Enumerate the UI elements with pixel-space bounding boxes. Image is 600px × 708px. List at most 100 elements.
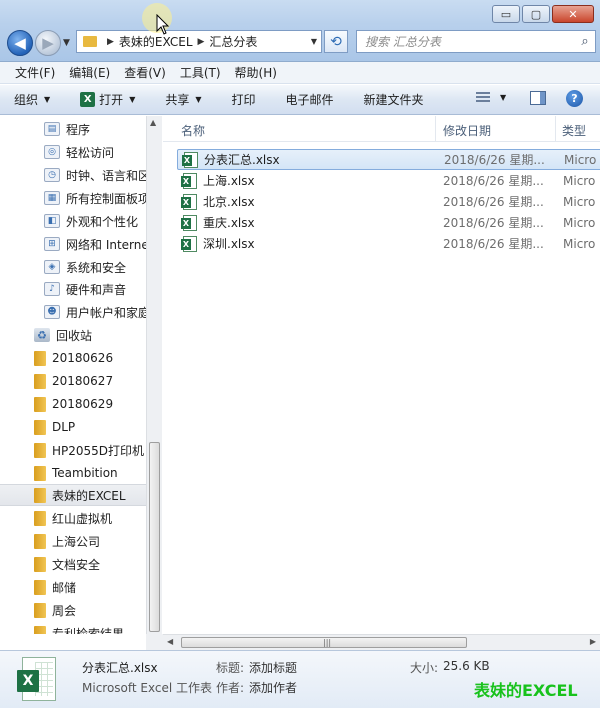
maximize-button[interactable]: ▢ bbox=[522, 5, 550, 23]
nav-folder-shanghai-company[interactable]: 上海公司 bbox=[0, 530, 146, 552]
nav-folder-youchu[interactable]: 邮储 bbox=[0, 576, 146, 598]
system-security-icon: ◈ bbox=[44, 260, 60, 274]
clock-language-icon: ◷ bbox=[44, 168, 60, 182]
nav-item-label: 20180629 bbox=[52, 397, 114, 411]
watermark-text: 表妹的EXCEL bbox=[474, 681, 578, 700]
help-icon[interactable]: ? bbox=[566, 90, 583, 107]
scrollbar-thumb[interactable] bbox=[149, 442, 160, 632]
menu-help[interactable]: 帮助(H) bbox=[228, 64, 284, 81]
nav-folder-20180627[interactable]: 20180627 bbox=[0, 370, 146, 392]
menu-view[interactable]: 查看(V) bbox=[117, 64, 173, 81]
file-type: Micro bbox=[563, 194, 596, 209]
column-header-name[interactable]: 名称 bbox=[181, 122, 205, 139]
nav-item-label: 网络和 Interne bbox=[66, 237, 146, 252]
email-button[interactable]: 电子邮件 bbox=[286, 91, 334, 108]
column-header-row: 名称 修改日期 类型 bbox=[163, 116, 600, 142]
print-button[interactable]: 打印 bbox=[232, 91, 256, 108]
nav-item-label: 文档安全 bbox=[52, 557, 101, 572]
email-label: 电子邮件 bbox=[285, 93, 334, 107]
address-dropdown-icon[interactable]: ▼ bbox=[311, 37, 317, 46]
nav-item-hardware-sound[interactable]: ♪ 硬件和声音 bbox=[0, 278, 146, 300]
breadcrumb-separator-icon[interactable]: ▶ bbox=[107, 37, 114, 47]
column-header-date[interactable]: 修改日期 bbox=[443, 122, 491, 139]
details-title-label: 标题: bbox=[216, 661, 245, 675]
column-divider[interactable] bbox=[555, 116, 556, 142]
nav-item-accessibility[interactable]: ◎ 轻松访问 bbox=[0, 141, 146, 163]
column-header-type[interactable]: 类型 bbox=[562, 122, 586, 139]
nav-folder-dlp[interactable]: DLP bbox=[0, 416, 146, 438]
nav-item-label: 所有控制面板项 bbox=[66, 191, 146, 206]
chevron-down-icon: ▼ bbox=[195, 95, 202, 104]
nav-item-all-control-panel[interactable]: ▦ 所有控制面板项 bbox=[0, 187, 146, 209]
navigation-pane: ▤ 程序 ◎ 轻松访问 ◷ 时钟、语言和区 ▦ 所有控制面板项 ◧ 外观和个性化 ⊞ 网络和… bbox=[0, 116, 146, 634]
recent-pages-dropdown-icon[interactable]: ▼ bbox=[63, 38, 70, 48]
menu-edit[interactable]: 编辑(E) bbox=[62, 64, 117, 81]
open-button[interactable]: X 打开 ▼ bbox=[80, 91, 135, 108]
nav-pane-scrollbar[interactable]: ▲ ▼ bbox=[146, 116, 162, 650]
scroll-up-icon[interactable]: ▲ bbox=[150, 118, 156, 127]
file-row[interactable]: 分表汇总.xlsx 2018/6/26 星期... Micro bbox=[177, 149, 600, 170]
search-input[interactable] bbox=[365, 34, 575, 49]
scroll-right-icon[interactable]: ▶ bbox=[590, 637, 596, 646]
column-divider[interactable] bbox=[435, 116, 436, 142]
forward-button[interactable]: ▶ bbox=[35, 30, 61, 56]
nav-item-label: 程序 bbox=[66, 122, 91, 137]
file-name: 重庆.xlsx bbox=[203, 216, 255, 230]
file-name: 上海.xlsx bbox=[203, 174, 255, 188]
nav-item-label: 轻松访问 bbox=[66, 145, 115, 160]
chevron-down-icon[interactable]: ▼ bbox=[129, 95, 135, 104]
nav-item-label: 周会 bbox=[52, 603, 77, 618]
nav-folder-hp2055d[interactable]: HP2055D打印机 bbox=[0, 439, 146, 461]
refresh-button[interactable]: ⟲ bbox=[324, 30, 348, 53]
nav-item-label: HP2055D打印机 bbox=[52, 443, 145, 458]
file-type: Micro bbox=[563, 236, 596, 251]
nav-folder-teambition[interactable]: Teambition bbox=[0, 462, 146, 484]
folder-icon bbox=[34, 625, 46, 634]
share-button[interactable]: 共享 ▼ bbox=[165, 91, 201, 108]
chevron-down-icon[interactable]: ▼ bbox=[500, 93, 506, 102]
preview-pane-icon[interactable] bbox=[530, 91, 546, 105]
file-list-horizontal-scrollbar[interactable]: ◀ ||| ▶ bbox=[163, 634, 600, 650]
file-row[interactable]: 上海.xlsx 2018/6/26 星期... Micro bbox=[177, 170, 600, 191]
nav-item-system-security[interactable]: ◈ 系统和安全 bbox=[0, 256, 146, 278]
nav-item-network[interactable]: ⊞ 网络和 Interne bbox=[0, 233, 146, 255]
excel-file-large-icon: X bbox=[17, 657, 56, 701]
nav-folder-patent-search[interactable]: 专利检索结果 bbox=[0, 622, 146, 634]
excel-icon: X bbox=[80, 92, 96, 107]
search-icon[interactable]: ⌕ bbox=[575, 34, 595, 49]
nav-folder-20180629[interactable]: 20180629 bbox=[0, 393, 146, 415]
minimize-button[interactable]: ▭ bbox=[492, 5, 520, 23]
new-folder-button[interactable]: 新建文件夹 bbox=[364, 91, 424, 108]
change-view-icon[interactable] bbox=[476, 92, 490, 104]
details-author-value[interactable]: 添加作者 bbox=[249, 679, 297, 696]
nav-folder-biaomei-excel[interactable]: 表妹的EXCEL bbox=[0, 484, 146, 506]
nav-item-user-accounts[interactable]: ☻ 用户帐户和家庭 bbox=[0, 301, 146, 323]
folder-icon bbox=[34, 487, 46, 503]
nav-folder-hongshan-vm[interactable]: 红山虚拟机 bbox=[0, 507, 146, 529]
organize-label: 组织 bbox=[14, 93, 39, 107]
address-bar[interactable]: ▶ 表妹的EXCEL ▶ 汇总分表 ▼ bbox=[76, 30, 322, 53]
details-title-value[interactable]: 添加标题 bbox=[249, 659, 297, 676]
nav-folder-weekly-meeting[interactable]: 周会 bbox=[0, 599, 146, 621]
file-row[interactable]: 北京.xlsx 2018/6/26 星期... Micro bbox=[177, 191, 600, 212]
menu-file[interactable]: 文件(F) bbox=[8, 64, 62, 81]
close-button[interactable]: ✕ bbox=[552, 5, 594, 23]
breadcrumb-item[interactable]: 汇总分表 bbox=[209, 33, 257, 50]
network-icon: ⊞ bbox=[44, 237, 60, 251]
menu-tools[interactable]: 工具(T) bbox=[173, 64, 228, 81]
breadcrumb-separator-icon[interactable]: ▶ bbox=[198, 37, 205, 47]
share-label: 共享 bbox=[165, 93, 190, 107]
back-button[interactable]: ◀ bbox=[7, 30, 33, 56]
nav-folder-doc-security[interactable]: 文档安全 bbox=[0, 553, 146, 575]
nav-item-clock-language[interactable]: ◷ 时钟、语言和区 bbox=[0, 164, 146, 186]
search-box[interactable]: ⌕ bbox=[356, 30, 596, 53]
nav-item-appearance[interactable]: ◧ 外观和个性化 bbox=[0, 210, 146, 232]
nav-folder-20180626[interactable]: 20180626 bbox=[0, 347, 146, 369]
nav-item-recycle-bin[interactable]: ♻ 回收站 bbox=[0, 324, 146, 346]
nav-item-programs[interactable]: ▤ 程序 bbox=[0, 118, 146, 140]
organize-button[interactable]: 组织 ▼ bbox=[14, 91, 50, 108]
scroll-left-icon[interactable]: ◀ bbox=[167, 637, 173, 646]
file-row[interactable]: 深圳.xlsx 2018/6/26 星期... Micro bbox=[177, 233, 600, 254]
file-row[interactable]: 重庆.xlsx 2018/6/26 星期... Micro bbox=[177, 212, 600, 233]
folder-icon bbox=[34, 465, 46, 481]
